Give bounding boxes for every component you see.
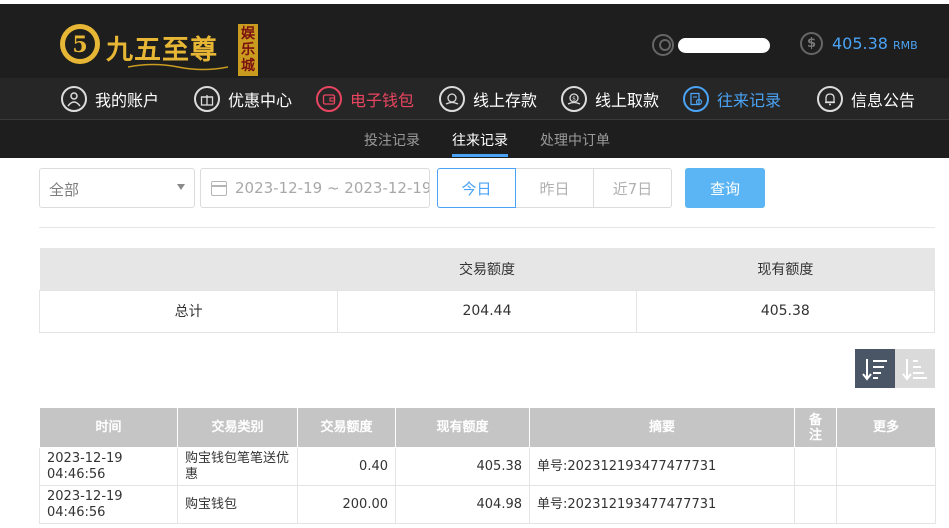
header-more[interactable]: 更多 [836,407,936,448]
cell-time: 2023-12-19 04:46:56 [39,485,178,524]
caret-down-icon [177,184,185,190]
main-nav: 我的账户 优惠中心 电子钱包 线上存款 $ 线上取款 往来记录 信息公告 [0,78,949,120]
active-tab-indicator [452,154,508,157]
sort-desc-button[interactable] [855,349,895,388]
category-value: 全部 [49,181,80,199]
nav-label: 优惠中心 [228,91,293,110]
brand-logo[interactable]: 5 九五至尊 娱乐城 [58,14,258,76]
cell-summary: 单号:202312193477477731 [529,485,795,524]
nav-announcements[interactable]: 信息公告 [817,85,915,113]
bell-icon [817,86,843,112]
svg-text:$: $ [572,96,576,103]
cell-type: 购宝钱包 [177,485,298,524]
nav-label: 信息公告 [851,91,916,110]
withdraw-icon: $ [561,86,587,112]
balance-value: 405.38 [832,34,888,53]
table-row[interactable]: 2023-12-19 04:46:56 购宝钱包 200.00 404.98 单… [39,485,936,524]
balance-display: $ 405.38 RMB [800,32,918,55]
cell-amount: 0.40 [297,447,396,486]
brand-badge: 娱乐城 [238,24,258,76]
summary-table: 交易额度 现有额度 总计 204.44 405.38 [38,248,936,333]
nav-label: 往来记录 [717,91,782,110]
table-row[interactable]: 2023-12-19 04:46:56 购宝钱包笔笔送优惠 0.40 405.3… [39,447,936,486]
nav-online-deposit[interactable]: 线上存款 [439,85,537,113]
header-note[interactable]: 备注 [794,407,837,448]
quick-date-group: 今日 昨日 近7日 [437,168,672,208]
cell-balance: 404.98 [395,485,530,524]
sub-nav: 投注记录 往来记录 处理中订单 [0,120,949,158]
summary-header-cell: 现有额度 [636,248,935,290]
sort-desc-icon [862,358,887,381]
user-icon [61,86,87,112]
date-range-value: 2023-12-19 ~ 2023-12-19 [235,179,430,197]
logo-ornament-icon [128,63,228,71]
tab-pending-orders[interactable]: 处理中订单 [540,130,610,150]
divider [39,227,935,228]
tab-bet-records[interactable]: 投注记录 [364,130,420,150]
cell-more[interactable] [836,485,936,524]
gift-icon [194,86,220,112]
records-table: 时间 交易类别 交易额度 现有额度 摘要 备注 更多 2023-12-19 04… [39,407,936,524]
masked-username [678,37,770,53]
balance-currency: RMB [892,38,918,52]
today-button[interactable]: 今日 [437,168,516,208]
header-summary[interactable]: 摘要 [529,407,795,448]
header-type[interactable]: 交易类别 [177,407,298,448]
logo-emblem-icon: 5 [60,24,100,64]
last-7-days-button[interactable]: 近7日 [593,168,672,208]
nav-online-withdraw[interactable]: $ 线上取款 [561,85,659,113]
summary-header-cell [39,248,338,290]
deposit-icon [439,86,465,112]
wallet-icon [316,86,342,112]
summary-header-row: 交易额度 现有额度 [39,248,935,290]
nav-promotions[interactable]: 优惠中心 [194,85,292,113]
cell-more[interactable] [836,447,936,486]
date-range-picker[interactable]: 2023-12-19 ~ 2023-12-19 [200,168,430,208]
cell-note [794,447,837,486]
header-time[interactable]: 时间 [39,407,178,448]
nav-label: 我的账户 [95,91,160,110]
header-balance[interactable]: 现有额度 [395,407,530,448]
sort-asc-button[interactable] [895,349,935,388]
nav-my-account[interactable]: 我的账户 [61,85,159,113]
summary-row: 总计 204.44 405.38 [38,289,936,333]
summary-amount: 204.44 [337,289,637,333]
records-header-row: 时间 交易类别 交易额度 现有额度 摘要 备注 更多 [39,407,936,448]
nav-transaction-records[interactable]: 往来记录 [683,85,781,113]
sort-asc-icon [902,358,927,381]
nav-label: 线上存款 [473,91,538,110]
summary-label: 总计 [38,289,339,333]
search-button[interactable]: 查询 [685,168,765,208]
calendar-icon [211,181,227,196]
cell-amount: 200.00 [297,485,396,524]
cell-summary: 单号:202312193477477731 [529,447,795,486]
top-bar: 5 九五至尊 娱乐城 $ 405.38 RMB [0,0,949,78]
cell-type: 购宝钱包笔笔送优惠 [177,447,298,486]
records-icon [683,86,709,112]
dollar-icon: $ [800,32,823,55]
header-amount[interactable]: 交易额度 [297,407,396,448]
cell-note [794,485,837,524]
header-note-label: 备注 [808,412,822,443]
user-info[interactable] [652,32,770,58]
summary-balance: 405.38 [635,289,936,333]
sort-buttons [855,349,935,388]
nav-ewallet[interactable]: 电子钱包 [316,85,414,113]
user-icon [652,34,674,56]
svg-text:5: 5 [72,32,87,58]
summary-header-cell: 交易额度 [337,248,637,290]
category-select[interactable]: 全部 [39,168,195,208]
cell-time: 2023-12-19 04:46:56 [39,447,178,486]
tab-transaction-records[interactable]: 往来记录 [452,130,508,150]
cell-balance: 405.38 [395,447,530,486]
nav-label: 电子钱包 [350,91,415,110]
yesterday-button[interactable]: 昨日 [515,168,594,208]
nav-label: 线上取款 [595,91,660,110]
